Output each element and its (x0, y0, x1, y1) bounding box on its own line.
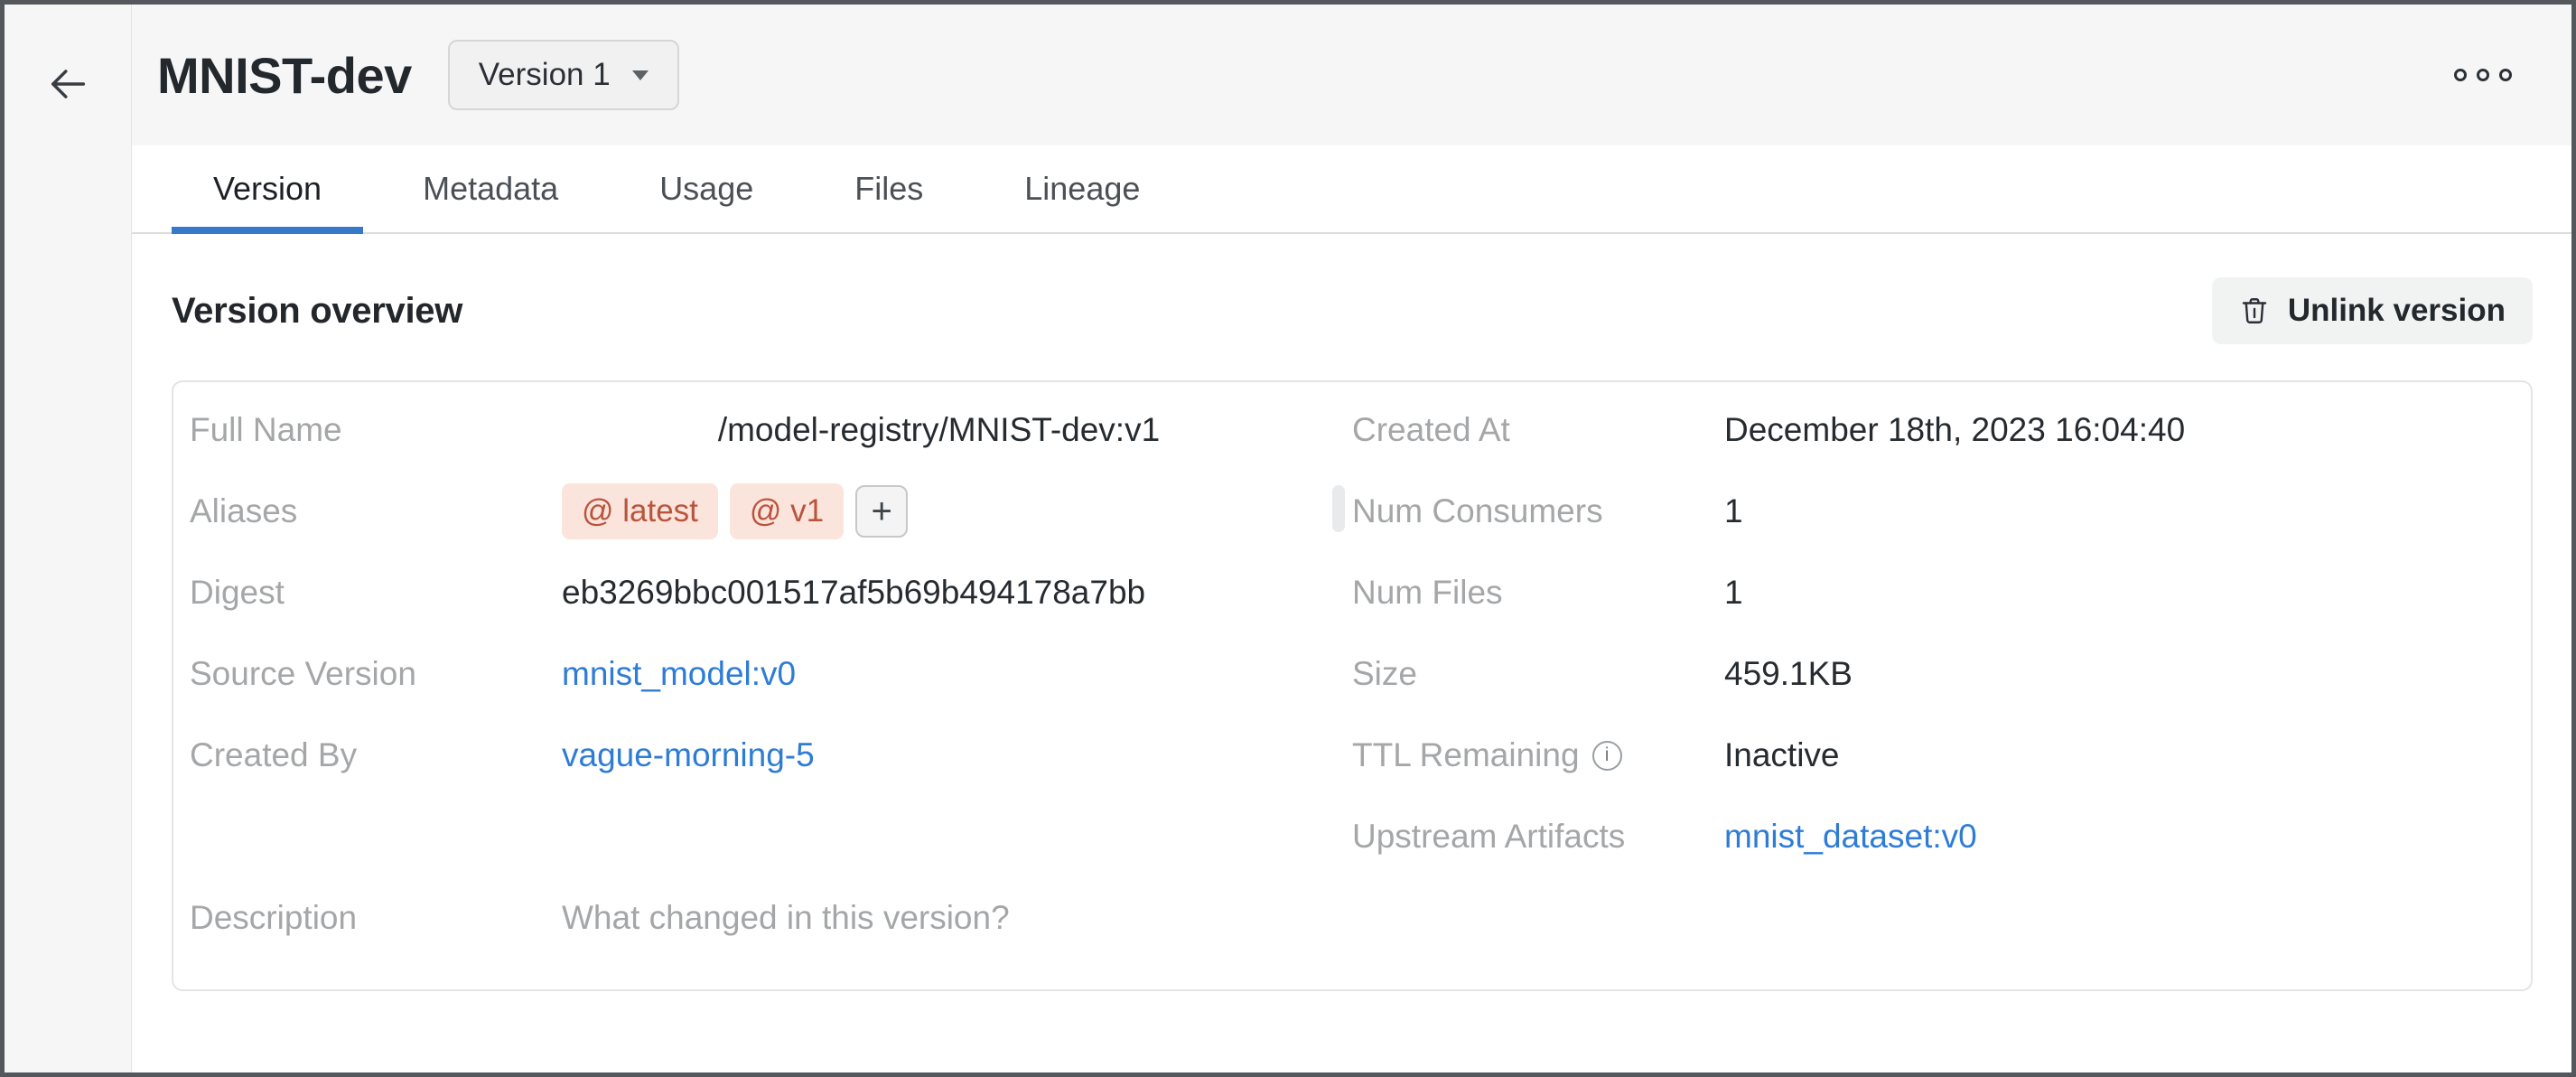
unlink-version-button[interactable]: Unlink version (2212, 277, 2533, 344)
ellipsis-icon (2499, 69, 2512, 81)
tab-files[interactable]: Files (813, 145, 965, 232)
left-rail (5, 5, 132, 1072)
tab-bar: Version Metadata Usage Files Lineage (132, 145, 2571, 234)
overview-left-column: Full Name /model-registry/MNIST-dev:v1 A… (173, 389, 1352, 959)
field-label: Description (190, 899, 562, 937)
tab-metadata[interactable]: Metadata (381, 145, 600, 232)
overflow-menu-button[interactable] (2447, 61, 2519, 89)
field-label: Num Files (1352, 574, 1724, 612)
num-files-value: 1 (1724, 574, 1743, 612)
field-label: Full Name (190, 411, 562, 449)
field-label: Created At (1352, 411, 1724, 449)
trash-icon (2239, 295, 2270, 327)
ttl-label-text: TTL Remaining (1352, 736, 1580, 774)
field-label: Num Consumers (1352, 492, 1724, 530)
section-title: Version overview (172, 291, 462, 332)
field-label: Digest (190, 574, 562, 612)
app-window: MNIST-dev Version 1 Version Metadata Usa… (0, 0, 2576, 1077)
size-value: 459.1KB (1724, 655, 1853, 693)
field-label: Created By (190, 736, 562, 774)
header: MNIST-dev Version 1 (132, 5, 2571, 145)
field-row-digest: Digest eb3269bbc001517af5b69b494178a7bb (190, 552, 1352, 633)
full-name-value: /model-registry/MNIST-dev:v1 (562, 411, 1352, 449)
ellipsis-icon (2477, 69, 2489, 81)
tab-version[interactable]: Version (172, 145, 363, 232)
created-at-value: December 18th, 2023 16:04:40 (1724, 411, 2185, 449)
add-alias-button[interactable]: + (855, 485, 908, 538)
field-row-ttl: TTL Remaining Inactive (1352, 715, 2531, 796)
back-arrow-icon (44, 61, 91, 108)
source-version-link[interactable]: mnist_model:v0 (562, 655, 796, 693)
field-label: Aliases (190, 492, 562, 530)
ellipsis-icon (2454, 69, 2467, 81)
version-selector-label: Version 1 (479, 57, 611, 93)
alias-chip-v1[interactable]: @ v1 (730, 483, 844, 539)
field-label: TTL Remaining (1352, 736, 1724, 774)
alias-chip-latest[interactable]: @ latest (562, 483, 718, 539)
field-row-created-by: Created By vague-morning-5 (190, 715, 1352, 796)
scrollbar-thumb[interactable] (1332, 485, 1345, 532)
field-row-num-files: Num Files 1 (1352, 552, 2531, 633)
ttl-value: Inactive (1724, 736, 1840, 774)
back-button[interactable] (41, 57, 95, 111)
field-label: Size (1352, 655, 1724, 693)
empty-row (190, 796, 1352, 877)
version-selector[interactable]: Version 1 (448, 40, 679, 110)
main-panel: MNIST-dev Version 1 Version Metadata Usa… (132, 5, 2571, 1072)
field-row-description: Description What changed in this version… (190, 877, 1352, 959)
field-row-upstream-artifacts: Upstream Artifacts mnist_dataset:v0 (1352, 796, 2531, 877)
overview-right-column: Created At December 18th, 2023 16:04:40 … (1352, 389, 2531, 959)
artifact-title: MNIST-dev (157, 46, 412, 105)
chevron-down-icon (632, 70, 649, 80)
num-consumers-value: 1 (1724, 492, 1743, 530)
unlink-version-label: Unlink version (2288, 293, 2506, 329)
field-label: Upstream Artifacts (1352, 818, 1724, 856)
upstream-artifact-link[interactable]: mnist_dataset:v0 (1724, 818, 1977, 856)
info-icon[interactable] (1592, 741, 1622, 771)
alias-chip-list: @ latest @ v1 + (562, 483, 908, 539)
content-area: Version overview Unlink version Full Nam… (132, 234, 2571, 991)
tab-lineage[interactable]: Lineage (983, 145, 1181, 232)
field-label: Source Version (190, 655, 562, 693)
tab-usage[interactable]: Usage (618, 145, 795, 232)
field-row-size: Size 459.1KB (1352, 633, 2531, 715)
digest-value: eb3269bbc001517af5b69b494178a7bb (562, 574, 1145, 612)
created-by-link[interactable]: vague-morning-5 (562, 736, 815, 774)
description-input[interactable]: What changed in this version? (562, 899, 1010, 937)
field-row-source-version: Source Version mnist_model:v0 (190, 633, 1352, 715)
section-header-row: Version overview Unlink version (172, 277, 2533, 344)
field-row-num-consumers: Num Consumers 1 (1352, 471, 2531, 552)
field-row-aliases: Aliases @ latest @ v1 + (190, 471, 1352, 552)
field-row-full-name: Full Name /model-registry/MNIST-dev:v1 (190, 389, 1352, 471)
version-overview-card: Full Name /model-registry/MNIST-dev:v1 A… (172, 380, 2533, 991)
field-row-created-at: Created At December 18th, 2023 16:04:40 (1352, 389, 2531, 471)
